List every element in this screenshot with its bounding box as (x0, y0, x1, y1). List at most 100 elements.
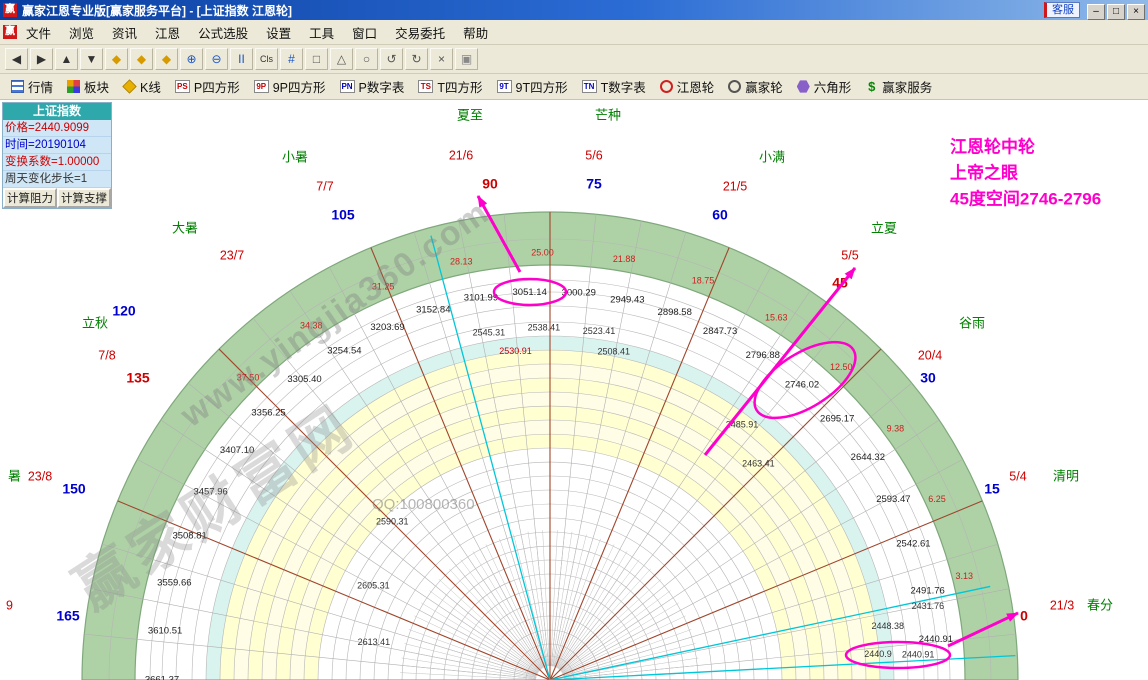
view-label: 六角形 (814, 77, 852, 96)
wheel-price-label: 2542.61 (896, 539, 930, 550)
winner-wheel-icon (728, 80, 741, 93)
zoom-in-button[interactable]: ⊕ (180, 48, 203, 70)
wheel-price-label: 3610.51 (148, 626, 182, 637)
menu-bar: 赢 文件浏览资讯江恩公式选股设置工具窗口交易委托帮助 (0, 20, 1148, 45)
support-button[interactable]: 客服 (1044, 2, 1080, 18)
view-9p-square-button[interactable]: 9P9P四方形 (247, 75, 333, 98)
panel-title: 上证指数 (3, 103, 111, 120)
view-quotes-button[interactable]: 行情 (4, 75, 60, 98)
panel-row: 变换系数=1.00000 (3, 154, 111, 171)
view-label: 江恩轮 (677, 77, 715, 96)
wheel-price-label: 2796.88 (746, 350, 780, 361)
rotate-right-button[interactable]: ↻ (405, 48, 428, 70)
solar-term-label: 小暑 (282, 149, 308, 164)
menu-item-资讯[interactable]: 资讯 (103, 20, 146, 45)
wheel-fraction-label: 6.25 (928, 494, 946, 504)
wheel-degree-label: 60 (712, 207, 728, 223)
diamond-3-button[interactable]: ◆ (155, 48, 178, 70)
view-label: 行情 (28, 77, 53, 96)
menu-bar-items: 文件浏览资讯江恩公式选股设置工具窗口交易委托帮助 (17, 20, 497, 45)
view-t-table-button[interactable]: TN T数字表 (575, 75, 653, 98)
t-square-icon: TS (418, 80, 433, 93)
shape-square-button[interactable]: □ (305, 48, 328, 70)
view-label: 赢家服务 (882, 77, 932, 96)
view-p-square-button[interactable]: PSP四方形 (168, 75, 247, 98)
forward-button[interactable]: ▶ (30, 48, 53, 70)
scroll-down-button[interactable]: ▼ (80, 48, 103, 70)
wheel-inner-label: 2605.31 (357, 580, 390, 590)
wheel-inner-label: 2440.9 (864, 649, 892, 659)
kline-icon (122, 79, 136, 93)
annotation-text: 上帝之眼 (950, 162, 1018, 182)
gann-wheel-canvas[interactable]: 2440.912491.762542.612593.472644.322695.… (0, 100, 1148, 680)
view-label: T数字表 (601, 77, 646, 96)
wheel-price-label: 3407.10 (220, 445, 254, 456)
date-label: 9 (6, 598, 13, 612)
view-winner-service-button[interactable]: $赢家服务 (858, 75, 939, 98)
wheel-inner-label: 2463.41 (742, 459, 775, 469)
delete-button[interactable]: × (430, 48, 453, 70)
diamond-1-button[interactable]: ◆ (105, 48, 128, 70)
view-winner-wheel-button[interactable]: 赢家轮 (721, 75, 790, 98)
solar-term-label: 大暑 (172, 220, 198, 235)
date-label: 23/7 (220, 248, 244, 262)
view-9t-square-button[interactable]: 9T9T四方形 (490, 75, 575, 98)
date-label: 7/7 (316, 179, 333, 193)
wheel-fraction-label: 3.13 (956, 571, 974, 581)
menu-item-江恩[interactable]: 江恩 (146, 20, 189, 45)
window-controls: –□× (1085, 1, 1145, 20)
rotate-left-button[interactable]: ↺ (380, 48, 403, 70)
view-sectors-button[interactable]: 板块 (60, 75, 116, 98)
gann-tool-button[interactable]: II (230, 48, 253, 70)
menu-item-交易委托[interactable]: 交易委托 (386, 20, 454, 45)
sectors-icon (67, 80, 80, 93)
diamond-2-button[interactable]: ◆ (130, 48, 153, 70)
menu-item-浏览[interactable]: 浏览 (60, 20, 103, 45)
app-logo-icon: 赢 (3, 3, 17, 17)
back-button[interactable]: ◀ (5, 48, 28, 70)
view-label: P四方形 (194, 77, 240, 96)
comment-button[interactable]: ▣ (455, 48, 478, 70)
t-table-icon: TN (582, 80, 597, 93)
solar-term-label: 夏至 (457, 107, 483, 122)
menu-item-设置[interactable]: 设置 (257, 20, 300, 45)
panel-button-计算支撑[interactable]: 计算支撑 (57, 188, 111, 208)
wheel-fraction-label: 21.88 (613, 254, 636, 264)
maximize-button[interactable]: □ (1107, 4, 1125, 20)
wheel-inner-label: 2448.38 (872, 621, 905, 631)
wheel-price-label: 2695.17 (820, 414, 854, 425)
chart-area: 2440.912491.762542.612593.472644.322695.… (0, 100, 1148, 680)
menu-item-帮助[interactable]: 帮助 (454, 20, 497, 45)
wheel-degree-label: 165 (56, 608, 80, 624)
view-gann-wheel-button[interactable]: 江恩轮 (653, 75, 722, 98)
close-button[interactable]: × (1127, 4, 1145, 20)
solar-term-label: 谷雨 (959, 315, 985, 330)
wheel-fraction-label: 15.63 (765, 312, 788, 322)
shape-triangle-button[interactable]: △ (330, 48, 353, 70)
wheel-fraction-label: 31.25 (372, 281, 395, 291)
date-label: 5/4 (1009, 469, 1026, 483)
wheel-price-label: 2949.43 (610, 294, 644, 305)
menu-item-工具[interactable]: 工具 (300, 20, 343, 45)
menu-item-文件[interactable]: 文件 (17, 20, 60, 45)
wheel-price-label: 3254.54 (327, 345, 361, 356)
scroll-up-button[interactable]: ▲ (55, 48, 78, 70)
menu-item-窗口[interactable]: 窗口 (343, 20, 386, 45)
shape-circle-button[interactable]: ○ (355, 48, 378, 70)
zoom-out-button[interactable]: ⊖ (205, 48, 228, 70)
view-kline-button[interactable]: K线 (116, 75, 168, 98)
wheel-fraction-label: 18.75 (692, 276, 715, 286)
view-hexagon-button[interactable]: 六角形 (790, 75, 859, 98)
solar-term-label: 立夏 (871, 220, 897, 235)
wheel-degree-label: 15 (984, 481, 1000, 497)
menu-item-公式选股[interactable]: 公式选股 (189, 20, 257, 45)
view-t-square-button[interactable]: TS T四方形 (411, 75, 489, 98)
view-p-table-button[interactable]: PNP数字表 (333, 75, 412, 98)
panel-button-计算阻力[interactable]: 计算阻力 (3, 188, 57, 208)
cls-button[interactable]: Cls (255, 48, 278, 70)
view-label: T四方形 (437, 77, 482, 96)
minimize-button[interactable]: – (1087, 4, 1105, 20)
quotes-icon (11, 80, 24, 93)
grid-toggle-button[interactable]: # (280, 48, 303, 70)
toolbar-main: ◀▶▲▼◆◆◆⊕⊖IICls#□△○↺↻×▣ (0, 45, 1148, 74)
